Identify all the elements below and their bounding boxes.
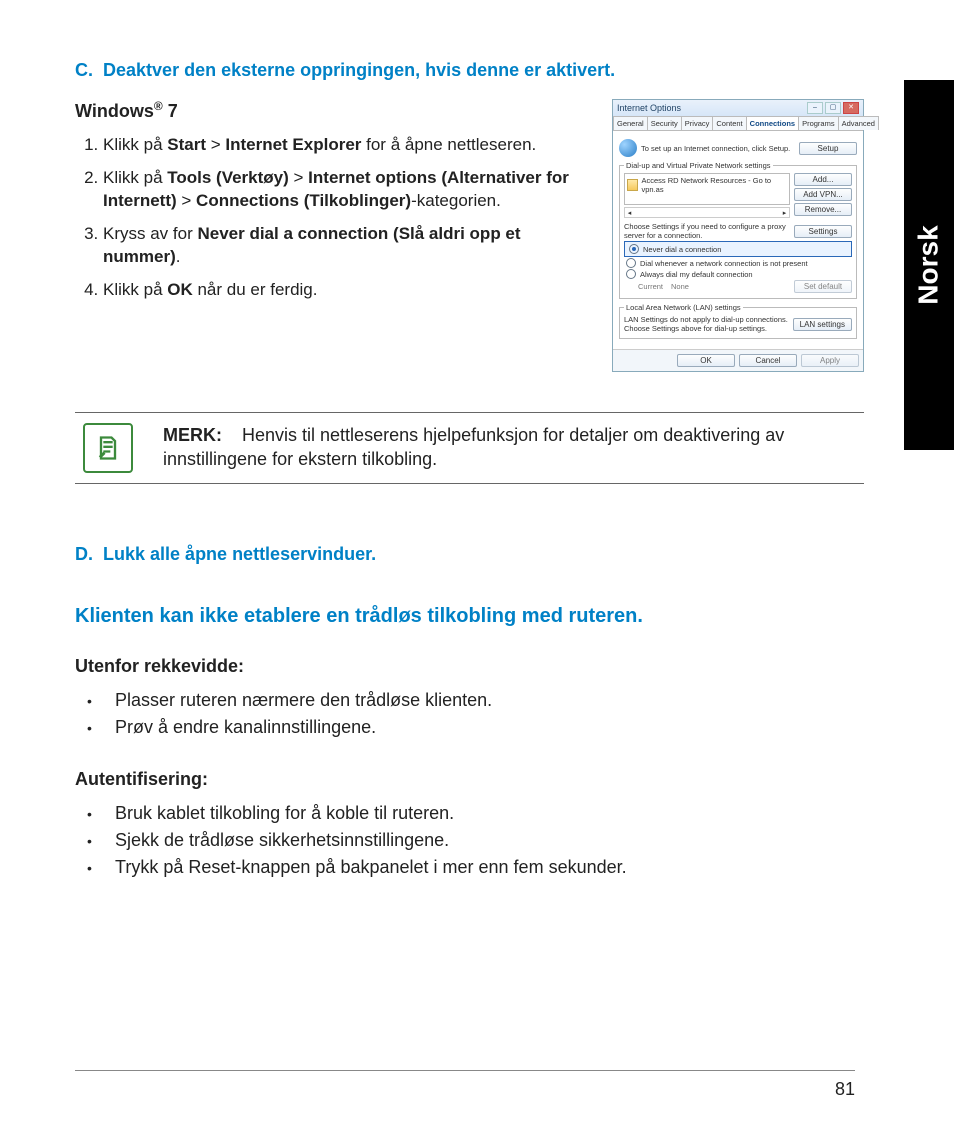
tab-privacy[interactable]: Privacy <box>681 116 714 130</box>
lan-text: LAN Settings do not apply to dial-up con… <box>624 315 789 333</box>
cancel-button[interactable]: Cancel <box>739 354 797 367</box>
tab-advanced[interactable]: Advanced <box>838 116 879 130</box>
step-2: Klikk på Tools (Verktøy) > Internet opti… <box>103 167 592 213</box>
step-1: Klikk på Start > Internet Explorer for å… <box>103 134 592 157</box>
page-body: C. Deaktver den eksterne oppringingen, h… <box>0 0 954 1140</box>
range-list: Plasser ruteren nærmere den trådløse kli… <box>75 687 864 741</box>
dialup-fieldset: Dial-up and Virtual Private Network sett… <box>619 161 857 299</box>
tab-programs[interactable]: Programs <box>798 116 839 130</box>
radio-always[interactable]: Always dial my default connection <box>626 269 852 279</box>
dialog-tabs: General Security Privacy Content Connect… <box>613 116 863 131</box>
setup-button[interactable]: Setup <box>799 142 857 155</box>
list-item: Trykk på Reset-knappen på bakpanelet i m… <box>115 854 864 881</box>
step-3: Kryss av for Never dial a connection (Sl… <box>103 223 592 269</box>
apply-button[interactable]: Apply <box>801 354 859 367</box>
setup-text: To set up an Internet connection, click … <box>641 144 795 153</box>
auth-list: Bruk kablet tilkobling for å koble til r… <box>75 800 864 881</box>
scrollbar-horizontal[interactable]: ◂▸ <box>624 207 790 218</box>
range-heading: Utenfor rekkevidde: <box>75 656 864 677</box>
steps-list: Klikk på Start > Internet Explorer for å… <box>75 134 592 302</box>
minimize-icon[interactable]: – <box>807 102 823 114</box>
klient-heading: Klienten kan ikke etablere en trådløs ti… <box>75 605 864 628</box>
radio-never[interactable]: Never dial a connection <box>629 244 849 254</box>
list-item: Prøv å endre kanalinnstillingene. <box>115 714 864 741</box>
tab-security[interactable]: Security <box>647 116 682 130</box>
list-item: Sjekk de trådløse sikkerhetsinnstillinge… <box>115 827 864 854</box>
note-box: MERK: Henvis til nettleserens hjelpefunk… <box>75 412 864 484</box>
section-c-text: Windows® 7 Klikk på Start > Internet Exp… <box>75 99 592 312</box>
lan-legend: Local Area Network (LAN) settings <box>624 303 743 312</box>
add-button[interactable]: Add... <box>794 173 852 186</box>
remove-button[interactable]: Remove... <box>794 203 852 216</box>
tab-connections[interactable]: Connections <box>746 116 799 130</box>
lan-settings-button[interactable]: LAN settings <box>793 318 852 331</box>
dialup-legend: Dial-up and Virtual Private Network sett… <box>624 161 773 170</box>
section-d-heading: D. Lukk alle åpne nettleservinduer. <box>75 544 864 565</box>
ok-button[interactable]: OK <box>677 354 735 367</box>
dialog-title: Internet Options <box>617 103 681 113</box>
connection-icon <box>627 179 638 191</box>
connections-listbox[interactable]: Access RD Network Resources - Go to vpn.… <box>624 173 790 205</box>
page-number: 81 <box>75 1070 855 1100</box>
set-default-button[interactable]: Set default <box>794 280 852 293</box>
current-value: None <box>671 282 689 291</box>
note-icon <box>83 423 133 473</box>
internet-options-dialog: Internet Options – ▢ ✕ General Security … <box>612 99 864 372</box>
proxy-text: Choose Settings if you need to configure… <box>624 222 790 240</box>
settings-button[interactable]: Settings <box>794 225 852 238</box>
lan-fieldset: Local Area Network (LAN) settings LAN Se… <box>619 303 857 339</box>
list-item: Plasser ruteren nærmere den trådløse kli… <box>115 687 864 714</box>
add-vpn-button[interactable]: Add VPN... <box>794 188 852 201</box>
list-item: Bruk kablet tilkobling for å koble til r… <box>115 800 864 827</box>
dialog-titlebar: Internet Options – ▢ ✕ <box>613 100 863 116</box>
radio-never-highlight: Never dial a connection <box>624 241 852 257</box>
auth-heading: Autentifisering: <box>75 769 864 790</box>
os-heading: Windows® 7 <box>75 99 592 122</box>
current-label: Current <box>638 282 663 291</box>
globe-icon <box>619 139 637 157</box>
radio-whenever[interactable]: Dial whenever a network connection is no… <box>626 258 852 268</box>
note-text: MERK: Henvis til nettleserens hjelpefunk… <box>163 423 856 472</box>
section-c-heading: C. Deaktver den eksterne oppringingen, h… <box>75 60 864 81</box>
close-icon[interactable]: ✕ <box>843 102 859 114</box>
step-4: Klikk på OK når du er ferdig. <box>103 279 592 302</box>
tab-general[interactable]: General <box>613 116 648 130</box>
maximize-icon[interactable]: ▢ <box>825 102 841 114</box>
tab-content[interactable]: Content <box>712 116 746 130</box>
